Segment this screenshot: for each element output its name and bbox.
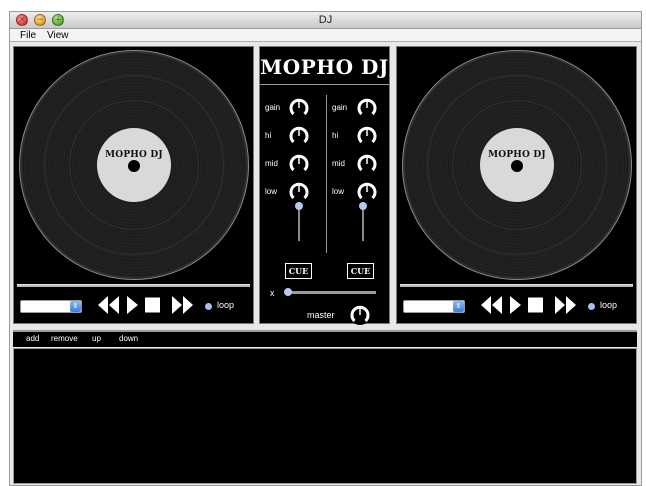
record-label-right: MOPHO DJ xyxy=(480,128,554,202)
playlist-remove-button[interactable]: remove xyxy=(51,334,78,343)
playlist-up-button[interactable]: up xyxy=(92,334,101,343)
app-logo: MOPHO DJ xyxy=(260,49,389,85)
master-label: master xyxy=(307,310,335,320)
record-label-text: MOPHO DJ xyxy=(105,150,163,160)
fast-forward-button[interactable] xyxy=(172,295,193,315)
low-knob-right[interactable] xyxy=(357,182,377,202)
low-label-right: low xyxy=(332,187,345,196)
transport-controls-right: ⇕ loop xyxy=(397,291,636,321)
crossfader-label: x xyxy=(270,288,275,298)
crossfader-thumb[interactable] xyxy=(284,288,292,296)
playlist-area[interactable] xyxy=(13,348,637,484)
crossfader-track[interactable] xyxy=(288,291,376,294)
menu-bar: File View xyxy=(10,29,641,42)
menu-file[interactable]: File xyxy=(20,29,36,42)
dj-workspace: MOPHO DJ ⇕ loop MOPHO DJ gain hi mid low… xyxy=(10,42,641,485)
loop-toggle-right[interactable] xyxy=(588,303,595,310)
channel-fader-right[interactable] xyxy=(359,202,367,210)
track-select-right[interactable]: ⇕ xyxy=(403,300,465,313)
track-select-left[interactable]: ⇕ xyxy=(20,300,82,313)
low-knob-left[interactable] xyxy=(289,182,309,202)
gain-knob-right[interactable] xyxy=(357,98,377,118)
loop-label-left: loop xyxy=(217,300,235,310)
hi-knob-right[interactable] xyxy=(357,126,377,146)
mixer-panel: MOPHO DJ gain hi mid low CUE gain hi mid… xyxy=(259,46,390,325)
record-label-text: MOPHO DJ xyxy=(488,150,546,160)
cue-button-right[interactable]: CUE xyxy=(347,263,374,279)
loop-toggle-left[interactable] xyxy=(205,303,212,310)
mid-knob-right[interactable] xyxy=(357,154,377,174)
deck-position-track-right[interactable] xyxy=(400,284,633,287)
menu-view[interactable]: View xyxy=(47,29,69,42)
mid-label-left: mid xyxy=(265,159,278,168)
app-window: × − + DJ File View MOPHO DJ ⇕ loop MOPHO… xyxy=(9,11,642,486)
app-logo-text: MOPHO DJ xyxy=(260,55,389,79)
gain-knob-left[interactable] xyxy=(289,98,309,118)
hi-knob-left[interactable] xyxy=(289,126,309,146)
deck-left: MOPHO DJ ⇕ loop xyxy=(13,46,254,324)
rewind-button[interactable] xyxy=(98,295,119,315)
playlist-toolbar: add remove up down xyxy=(13,330,637,347)
gain-label-right: gain xyxy=(332,103,348,112)
gain-label-left: gain xyxy=(265,103,281,112)
turntable-platter-left[interactable]: MOPHO DJ xyxy=(19,50,249,280)
cue-button-left[interactable]: CUE xyxy=(285,263,312,279)
stop-button[interactable] xyxy=(145,295,160,315)
window-title: DJ xyxy=(318,14,333,26)
deck-right: MOPHO DJ ⇕ loop xyxy=(396,46,637,324)
spindle-icon xyxy=(511,160,523,172)
turntable-platter-right[interactable]: MOPHO DJ xyxy=(402,50,632,280)
mid-label-right: mid xyxy=(332,159,345,168)
updown-arrows-icon: ⇕ xyxy=(453,301,464,312)
deck-position-track-left[interactable] xyxy=(17,284,250,287)
spindle-icon xyxy=(128,160,140,172)
low-label-left: low xyxy=(265,187,278,196)
channel-fader-left[interactable] xyxy=(295,202,303,210)
playlist-add-button[interactable]: add xyxy=(26,334,39,343)
hi-label-right: hi xyxy=(332,131,339,140)
transport-controls-left: ⇕ loop xyxy=(14,291,253,321)
master-knob[interactable] xyxy=(350,305,370,325)
channel-fader-track-right[interactable] xyxy=(362,205,364,241)
record-label-left: MOPHO DJ xyxy=(97,128,171,202)
stop-button[interactable] xyxy=(528,295,543,315)
mid-knob-left[interactable] xyxy=(289,154,309,174)
play-button[interactable] xyxy=(127,295,138,315)
hi-label-left: hi xyxy=(265,131,272,140)
title-bar: × − + DJ xyxy=(10,12,641,29)
updown-arrows-icon: ⇕ xyxy=(70,301,81,312)
rewind-button[interactable] xyxy=(481,295,502,315)
channel-fader-track-left[interactable] xyxy=(298,205,300,241)
play-button[interactable] xyxy=(510,295,521,315)
playlist-down-button[interactable]: down xyxy=(119,334,138,343)
channel-divider xyxy=(326,95,327,253)
loop-label-right: loop xyxy=(600,300,618,310)
fast-forward-button[interactable] xyxy=(555,295,576,315)
